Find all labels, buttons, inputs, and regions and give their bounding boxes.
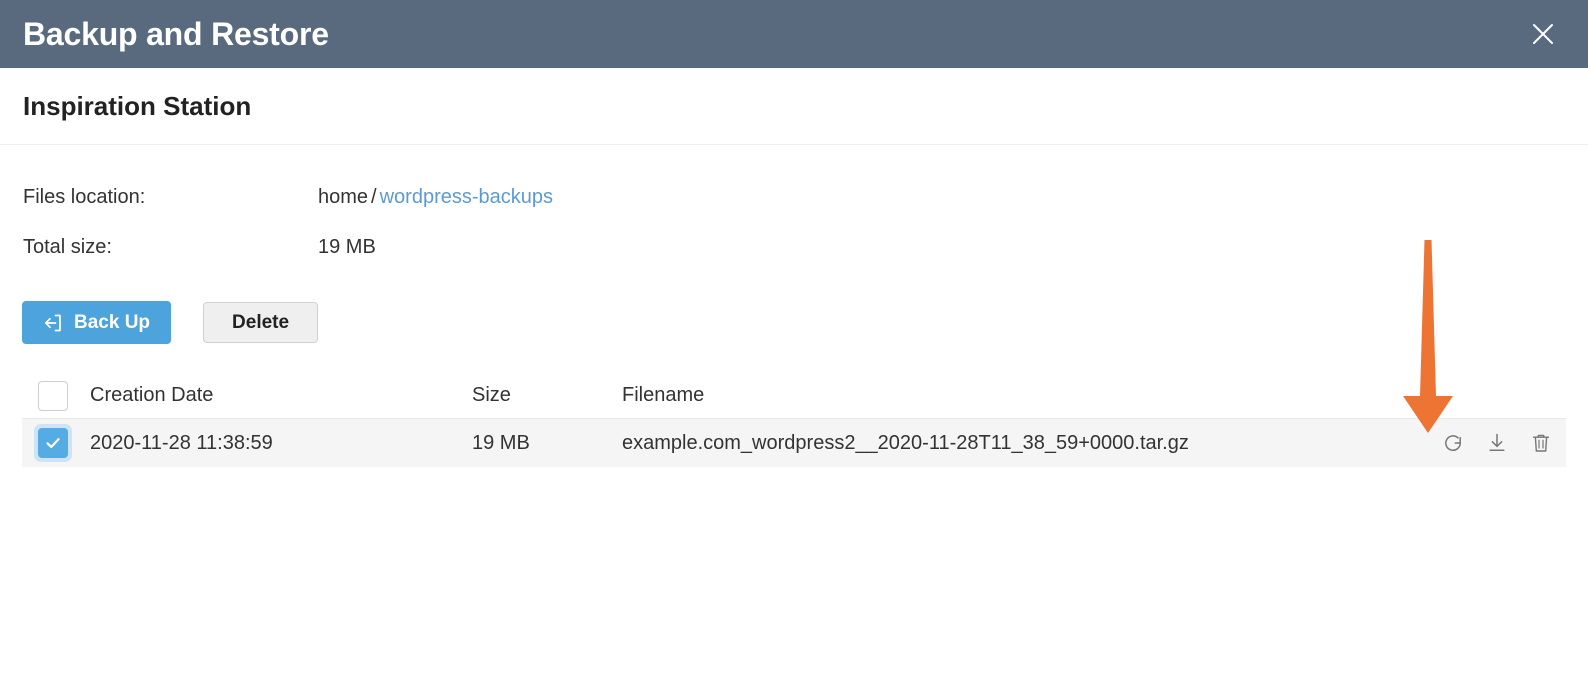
delete-button[interactable]: Delete: [203, 302, 319, 343]
total-size-label: Total size:: [23, 236, 112, 258]
row-checkbox-wrap: [34, 424, 72, 462]
path-separator: /: [371, 186, 377, 208]
delete-button-label: Delete: [232, 312, 290, 333]
backup-export-icon: [43, 313, 63, 333]
select-all-checkbox-wrap: [34, 377, 72, 415]
close-icon[interactable]: [1524, 15, 1562, 53]
info-row-files-location: Files location: home / wordpress-backups: [23, 186, 1023, 236]
backups-table: Creation Date Size Filename 2020-11-28 1…: [22, 373, 1566, 467]
cell-size: 19 MB: [472, 431, 530, 454]
select-all-cell: [34, 377, 90, 415]
cell-creation-date: 2020-11-28 11:38:59: [90, 431, 273, 454]
page-title: Inspiration Station: [23, 91, 252, 121]
restore-icon[interactable]: [1440, 430, 1466, 456]
column-header-size[interactable]: Size: [472, 384, 622, 407]
path-link-wordpress-backups[interactable]: wordpress-backups: [380, 186, 553, 208]
row-checkbox[interactable]: [38, 428, 68, 458]
files-location-value: home / wordpress-backups: [318, 186, 553, 209]
table-row[interactable]: 2020-11-28 11:38:59 19 MB example.com_wo…: [22, 419, 1566, 467]
subheader: Inspiration Station: [0, 68, 1588, 145]
back-up-button-label: Back Up: [74, 312, 151, 333]
path-root: home: [318, 186, 369, 208]
info-block: Files location: home / wordpress-backups T…: [23, 186, 1023, 286]
back-up-button[interactable]: Back Up: [22, 301, 172, 344]
download-icon[interactable]: [1484, 430, 1510, 456]
info-row-total-size: Total size: 19 MB: [23, 236, 1023, 286]
row-select-cell: [34, 424, 90, 462]
trash-icon[interactable]: [1528, 430, 1554, 456]
row-actions: [1424, 430, 1566, 456]
action-toolbar: Back Up Delete: [22, 301, 319, 344]
total-size-value: 19 MB: [318, 236, 376, 258]
files-location-label: Files location:: [23, 186, 146, 208]
cell-filename: example.com_wordpress2__2020-11-28T11_38…: [622, 431, 1189, 454]
dialog-title: Backup and Restore: [23, 16, 329, 52]
select-all-checkbox[interactable]: [38, 380, 68, 411]
dialog-titlebar: Backup and Restore: [0, 0, 1588, 68]
table-header-row: Creation Date Size Filename: [22, 373, 1566, 419]
column-header-creation-date[interactable]: Creation Date: [90, 384, 472, 407]
column-header-filename[interactable]: Filename: [622, 384, 1424, 407]
